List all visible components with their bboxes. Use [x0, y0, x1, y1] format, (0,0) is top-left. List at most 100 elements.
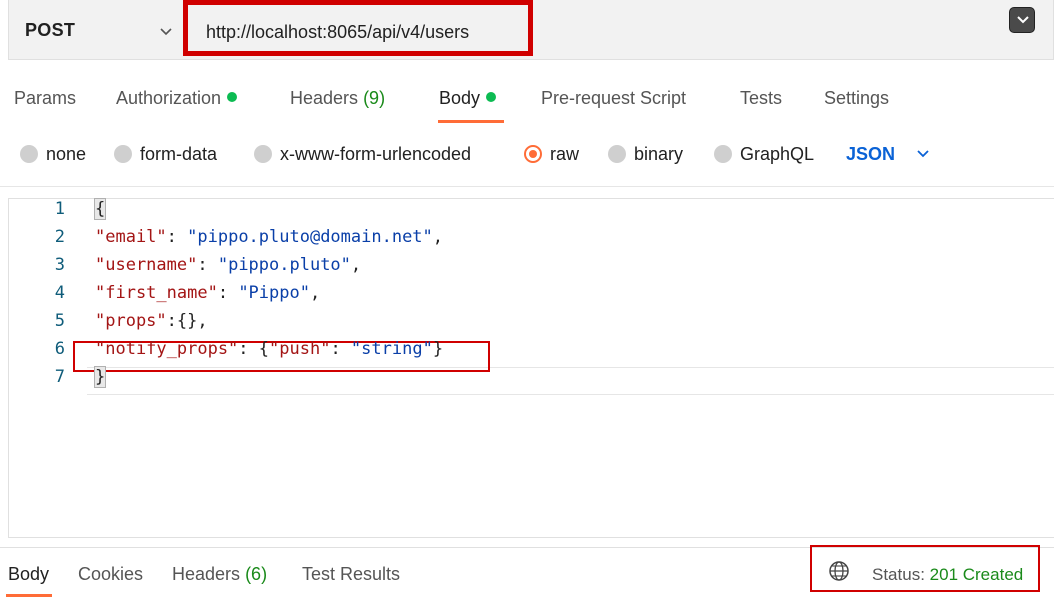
- code-editor[interactable]: 1{2 "email": "pippo.pluto@domain.net", 3 "u…: [8, 198, 1054, 538]
- json-key: "notify_props": [95, 339, 239, 359]
- json-punctuation: ,: [350, 255, 362, 275]
- globe-icon[interactable]: [828, 560, 850, 582]
- radio-x-www-form-urlencoded[interactable]: x-www-form-urlencoded: [254, 144, 471, 165]
- divider: [0, 186, 1054, 187]
- radio-binary[interactable]: binary: [608, 144, 683, 165]
- line-number: 7: [54, 367, 65, 387]
- response-tab-headers[interactable]: Headers (6): [172, 564, 267, 585]
- code-text: "email": "pippo.pluto@domain.net",: [95, 227, 443, 247]
- active-tab-indicator: [6, 594, 52, 597]
- tab-params[interactable]: Params: [14, 88, 76, 109]
- json-key: "props": [95, 311, 167, 331]
- code-text: "username": "pippo.pluto",: [95, 255, 361, 275]
- json-punctuation: {: [93, 198, 107, 220]
- request-bar: POST http://localhost:8065/api/v4/users: [8, 0, 1054, 60]
- code-text: }: [93, 366, 107, 388]
- code-text: "first_name": "Pippo",: [95, 283, 320, 303]
- status-dot-icon: [486, 92, 497, 102]
- chevron-down-icon[interactable]: [159, 24, 173, 38]
- status-value[interactable]: 201 Created: [930, 565, 1024, 584]
- response-status: Status: 201 Created: [810, 545, 1040, 592]
- code-line[interactable]: 7}: [9, 366, 1054, 395]
- json-key: "first_name": [95, 283, 218, 303]
- json-string: "pippo.pluto": [217, 255, 351, 275]
- radio-circle: [114, 145, 132, 163]
- radio-graphql[interactable]: GraphQL: [714, 144, 814, 165]
- active-tab-indicator: [438, 120, 504, 123]
- code-text: {: [93, 198, 107, 220]
- request-tabs: Params Authorization Headers (9) Body Pr…: [0, 78, 1054, 128]
- tab-label: Body: [439, 88, 481, 108]
- code-line[interactable]: 4 "first_name": "Pippo",: [9, 283, 1054, 311]
- method-select[interactable]: POST: [25, 20, 75, 41]
- json-punctuation: ,: [432, 227, 444, 247]
- radio-label: form-data: [140, 144, 218, 164]
- tab-tests[interactable]: Tests: [740, 88, 782, 109]
- radio-form-data[interactable]: form-data: [114, 144, 217, 165]
- status-dot-icon: [227, 92, 238, 102]
- line-number: 3: [54, 255, 65, 275]
- json-punctuation: ,: [309, 283, 321, 303]
- code-line[interactable]: 6 "notify_props": {"push": "string"}: [9, 339, 1054, 367]
- body-type-options: none form-data x-www-form-urlencoded raw…: [0, 140, 1054, 170]
- url-text: http://localhost:8065/api/v4/users: [206, 22, 470, 42]
- radio-circle: [254, 145, 272, 163]
- code-line[interactable]: 3 "username": "pippo.pluto",: [9, 255, 1054, 283]
- radio-raw[interactable]: raw: [524, 144, 579, 165]
- collapse-toggle-button[interactable]: [1009, 7, 1035, 33]
- json-punctuation: : {: [238, 339, 270, 359]
- response-tab-test-results[interactable]: Test Results: [302, 564, 400, 585]
- json-string: "Pippo": [238, 283, 310, 303]
- code-line[interactable]: 2 "email": "pippo.pluto@domain.net",: [9, 227, 1054, 255]
- tab-label: Authorization: [116, 88, 222, 108]
- radio-circle-checked: [524, 145, 542, 163]
- line-number: 2: [54, 227, 65, 247]
- radio-circle: [20, 145, 38, 163]
- response-tab-cookies[interactable]: Cookies: [78, 564, 143, 585]
- tab-body[interactable]: Body: [439, 88, 497, 109]
- json-punctuation: :: [166, 227, 188, 247]
- line-number: 5: [54, 311, 65, 331]
- radio-circle: [608, 145, 626, 163]
- tab-count: (9): [363, 88, 386, 108]
- line-number: 6: [54, 339, 65, 359]
- format-select[interactable]: JSON: [846, 144, 895, 165]
- url-input[interactable]: http://localhost:8065/api/v4/users: [183, 0, 533, 56]
- json-punctuation: :: [217, 283, 239, 303]
- tab-authorization[interactable]: Authorization: [116, 88, 238, 109]
- tab-count: (6): [245, 564, 268, 584]
- chevron-down-icon: [1017, 16, 1029, 24]
- radio-none[interactable]: none: [20, 144, 86, 165]
- json-string: "pippo.pluto@domain.net": [187, 227, 433, 247]
- line-number: 1: [54, 199, 65, 219]
- line-number: 4: [54, 283, 65, 303]
- json-key: "email": [95, 227, 167, 247]
- json-key: "push": [269, 339, 331, 359]
- code-text: "notify_props": {"push": "string"}: [95, 339, 443, 359]
- response-tab-body[interactable]: Body: [8, 564, 49, 585]
- tab-settings[interactable]: Settings: [824, 88, 889, 109]
- tab-label: Headers: [172, 564, 241, 584]
- code-line[interactable]: 1{: [9, 198, 1054, 227]
- code-text: "props":{},: [95, 311, 208, 331]
- tab-label: Headers: [290, 88, 359, 108]
- code-line[interactable]: 5 "props":{},: [9, 311, 1054, 339]
- status-text: Status: 201 Created: [872, 565, 1023, 585]
- radio-label: binary: [634, 144, 684, 164]
- chevron-down-icon[interactable]: [916, 149, 930, 159]
- json-punctuation: :{},: [166, 311, 208, 331]
- radio-label: x-www-form-urlencoded: [280, 144, 472, 164]
- tab-pre-request-script[interactable]: Pre-request Script: [541, 88, 686, 109]
- json-punctuation: :: [330, 339, 351, 359]
- json-string: "string": [350, 339, 433, 359]
- radio-circle: [714, 145, 732, 163]
- json-key: "username": [95, 255, 198, 275]
- json-punctuation: }: [432, 339, 444, 359]
- radio-label: none: [46, 144, 87, 164]
- json-punctuation: :: [197, 255, 218, 275]
- radio-label: GraphQL: [740, 144, 815, 164]
- json-punctuation: }: [93, 366, 107, 388]
- status-label: Status:: [872, 565, 925, 584]
- tab-headers[interactable]: Headers (9): [290, 88, 385, 109]
- radio-label: raw: [550, 144, 580, 164]
